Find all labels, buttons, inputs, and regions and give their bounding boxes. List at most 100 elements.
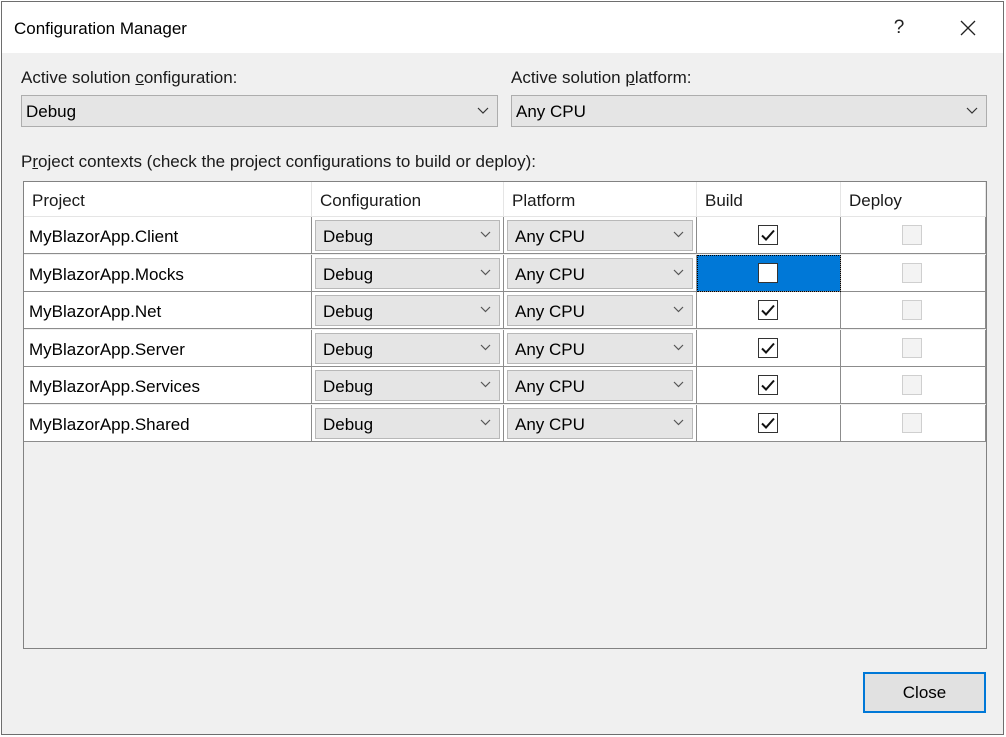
configuration-cell: Debug (312, 292, 504, 329)
project-configuration-dropdown[interactable]: Debug (315, 333, 500, 364)
project-name-cell[interactable]: MyBlazorApp.Shared (24, 405, 312, 442)
column-header-label: Platform (512, 191, 576, 210)
build-cell[interactable] (697, 255, 841, 292)
build-checkbox[interactable] (758, 375, 778, 395)
project-name: MyBlazorApp.Server (29, 340, 185, 359)
build-checkbox[interactable] (758, 300, 778, 320)
label-accelerator: c (135, 68, 144, 87)
configuration-manager-dialog: Configuration Manager ? Active solution … (1, 1, 1004, 735)
table-row: MyBlazorApp.Shared Debug Any CPU (24, 405, 986, 442)
close-button[interactable]: Close (863, 672, 986, 713)
label-text: Active solution (21, 68, 136, 87)
label-text: latform: (634, 68, 692, 87)
column-header-configuration[interactable]: Configuration (312, 182, 504, 217)
dropdown-value: Debug (323, 227, 374, 246)
dropdown-value: Debug (323, 415, 374, 434)
column-header-deploy[interactable]: Deploy (841, 182, 986, 217)
label-accelerator: p (625, 68, 635, 87)
project-platform-dropdown[interactable]: Any CPU (507, 370, 693, 401)
chevron-down-icon (480, 231, 491, 238)
platform-cell: Any CPU (504, 330, 697, 367)
column-header-label: Build (705, 191, 743, 210)
project-contexts-grid: Project Configuration Platform Build Dep… (23, 181, 987, 649)
project-configuration-dropdown[interactable]: Debug (315, 408, 500, 439)
close-icon (960, 20, 976, 36)
configuration-cell: Debug (312, 217, 504, 254)
build-cell[interactable] (697, 292, 841, 329)
project-contexts-label: Project contexts (check the project conf… (21, 152, 536, 172)
checkmark-icon (761, 304, 775, 316)
chevron-down-icon (673, 344, 684, 351)
chevron-down-icon (673, 306, 684, 313)
project-platform-dropdown[interactable]: Any CPU (507, 295, 693, 326)
table-row: MyBlazorApp.Net Debug Any CPU (24, 292, 986, 329)
build-checkbox[interactable] (758, 225, 778, 245)
project-name: MyBlazorApp.Shared (29, 415, 190, 434)
help-button[interactable]: ? (879, 10, 919, 46)
column-header-platform[interactable]: Platform (504, 182, 697, 217)
deploy-checkbox (902, 225, 922, 245)
checkmark-icon (761, 379, 775, 391)
column-header-project[interactable]: Project (24, 182, 312, 217)
project-name: MyBlazorApp.Mocks (29, 265, 184, 284)
label-text: Active solution (511, 68, 626, 87)
table-row: MyBlazorApp.Services Debug Any CPU (24, 367, 986, 404)
project-platform-dropdown[interactable]: Any CPU (507, 333, 693, 364)
dropdown-value: Any CPU (515, 265, 585, 284)
chevron-down-icon (480, 419, 491, 426)
build-checkbox[interactable] (758, 338, 778, 358)
project-name-cell[interactable]: MyBlazorApp.Mocks (24, 255, 312, 292)
active-platform-label: Active solution platform: (511, 68, 692, 88)
dropdown-value: Debug (323, 302, 374, 321)
build-checkbox[interactable] (758, 413, 778, 433)
project-name-cell[interactable]: MyBlazorApp.Server (24, 330, 312, 367)
dropdown-value: Any CPU (515, 415, 585, 434)
dropdown-value: Debug (323, 265, 374, 284)
deploy-checkbox (902, 338, 922, 358)
title-bar: Configuration Manager ? (2, 2, 1003, 53)
label-text: onfiguration: (143, 68, 238, 87)
build-cell[interactable] (697, 217, 841, 254)
dropdown-value: Any CPU (515, 377, 585, 396)
configuration-cell: Debug (312, 330, 504, 367)
chevron-down-icon (480, 344, 491, 351)
project-configuration-dropdown[interactable]: Debug (315, 370, 500, 401)
dropdown-value: Any CPU (515, 302, 585, 321)
project-platform-dropdown[interactable]: Any CPU (507, 258, 693, 289)
build-checkbox[interactable] (758, 263, 778, 283)
chevron-down-icon (673, 381, 684, 388)
label-text: P (21, 152, 33, 171)
dropdown-value: Debug (323, 377, 374, 396)
platform-cell: Any CPU (504, 367, 697, 404)
configuration-cell: Debug (312, 405, 504, 442)
column-header-label: Configuration (320, 191, 422, 210)
deploy-cell (841, 405, 986, 442)
project-platform-dropdown[interactable]: Any CPU (507, 408, 693, 439)
project-configuration-dropdown[interactable]: Debug (315, 220, 500, 251)
deploy-cell (841, 330, 986, 367)
deploy-checkbox (902, 300, 922, 320)
active-configuration-label: Active solution configuration: (21, 68, 237, 88)
project-name: MyBlazorApp.Client (29, 227, 179, 246)
build-cell[interactable] (697, 405, 841, 442)
chevron-down-icon (480, 381, 491, 388)
deploy-checkbox (902, 375, 922, 395)
project-configuration-dropdown[interactable]: Debug (315, 295, 500, 326)
project-configuration-dropdown[interactable]: Debug (315, 258, 500, 289)
build-cell[interactable] (697, 367, 841, 404)
project-platform-dropdown[interactable]: Any CPU (507, 220, 693, 251)
project-name-cell[interactable]: MyBlazorApp.Services (24, 367, 312, 404)
project-name-cell[interactable]: MyBlazorApp.Client (24, 217, 312, 254)
dropdown-value: Any CPU (516, 102, 586, 121)
active-platform-dropdown[interactable]: Any CPU (511, 95, 987, 127)
deploy-checkbox (902, 413, 922, 433)
platform-cell: Any CPU (504, 292, 697, 329)
column-header-label: Project (32, 191, 85, 210)
column-header-build[interactable]: Build (697, 182, 841, 217)
platform-cell: Any CPU (504, 255, 697, 292)
project-name-cell[interactable]: MyBlazorApp.Net (24, 292, 312, 329)
close-window-button[interactable] (946, 10, 990, 46)
project-name: MyBlazorApp.Net (29, 302, 162, 321)
build-cell[interactable] (697, 330, 841, 367)
active-configuration-dropdown[interactable]: Debug (21, 95, 498, 127)
